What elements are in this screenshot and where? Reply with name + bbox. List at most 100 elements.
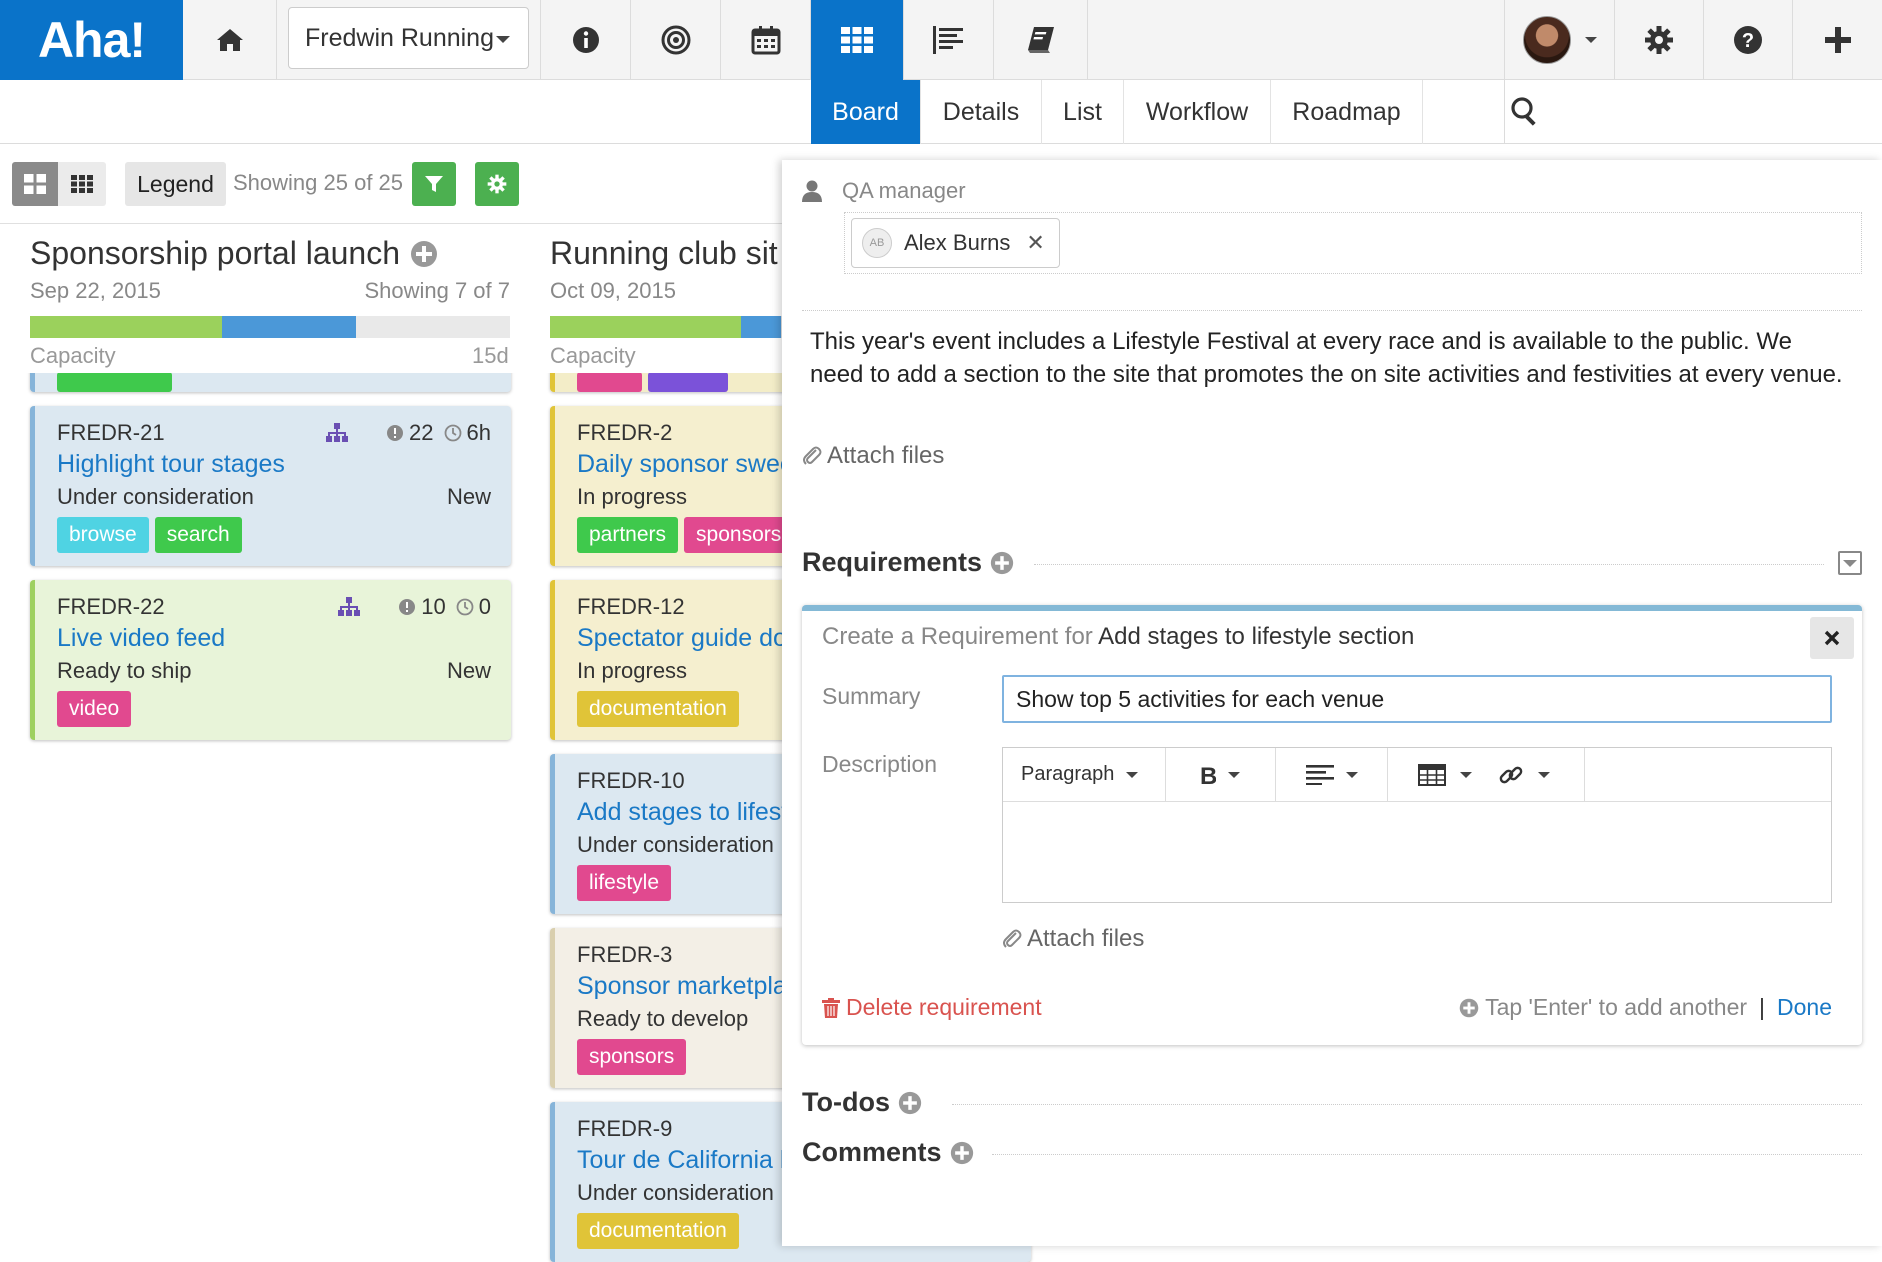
- settings-button[interactable]: [1615, 0, 1704, 80]
- tag[interactable]: documentation: [577, 1213, 739, 1249]
- add-circle-icon[interactable]: [410, 240, 438, 268]
- link-icon[interactable]: [1498, 762, 1524, 788]
- bold-icon: B: [1200, 764, 1216, 786]
- user-menu[interactable]: [1505, 0, 1615, 80]
- releases-button[interactable]: [721, 0, 811, 80]
- goals-button[interactable]: [631, 0, 721, 80]
- compact-view-button[interactable]: [58, 162, 106, 206]
- filter-button[interactable]: [412, 162, 456, 206]
- description-label: Description: [822, 751, 938, 777]
- card-title[interactable]: Spectator guide do: [577, 624, 787, 653]
- legend-button[interactable]: Legend: [125, 162, 226, 206]
- release-title[interactable]: Sponsorship portal launch: [30, 235, 400, 272]
- tag[interactable]: lifestyle: [577, 865, 672, 901]
- roadmaps-button[interactable]: [904, 0, 994, 80]
- card-title[interactable]: Sponsor marketpla: [577, 972, 787, 1001]
- align-dropdown[interactable]: [1276, 747, 1388, 802]
- svg-text:B: B: [1200, 764, 1216, 786]
- card-title[interactable]: Add stages to lifest: [577, 798, 788, 827]
- remove-user-icon[interactable]: ✕: [1026, 230, 1044, 256]
- assigned-user-chip[interactable]: AB Alex Burns ✕: [851, 218, 1060, 268]
- gear-icon: [1645, 26, 1673, 54]
- paragraph-style-dropdown[interactable]: Paragraph: [1003, 747, 1166, 802]
- feature-description[interactable]: This year's event includes a Lifestyle F…: [810, 325, 1850, 391]
- card-tags: video: [57, 691, 132, 727]
- tab-workflow[interactable]: Workflow: [1124, 80, 1271, 144]
- top-navigation: Aha! Fredwin Running ?: [0, 0, 1882, 80]
- card-fredr-21[interactable]: FREDR-21 22 6h Highlight tour stages Und…: [30, 406, 511, 566]
- card-view-button[interactable]: [12, 162, 58, 206]
- done-link[interactable]: Done: [1777, 994, 1832, 1021]
- tab-board[interactable]: Board: [811, 80, 921, 144]
- capacity-label: Capacity: [550, 343, 636, 368]
- add-circle-icon[interactable]: [950, 1141, 974, 1165]
- todos-title: To-dos: [802, 1087, 890, 1117]
- aha-logo[interactable]: Aha!: [0, 0, 183, 80]
- qa-manager-field[interactable]: AB Alex Burns ✕: [844, 212, 1862, 274]
- tag[interactable]: sponsors: [684, 517, 794, 553]
- tab-spacer: [1423, 80, 1505, 144]
- card-title[interactable]: Live video feed: [57, 624, 225, 653]
- comments-section-header: Comments: [802, 1137, 974, 1168]
- help-button[interactable]: ?: [1704, 0, 1793, 80]
- add-circle-icon: [1459, 998, 1479, 1017]
- card-fredr-22[interactable]: FREDR-22 10 0 Live video feed Ready to s…: [30, 580, 511, 740]
- create-button[interactable]: [1793, 0, 1882, 80]
- close-form-button[interactable]: [1810, 617, 1854, 659]
- tag[interactable]: partners: [577, 517, 679, 553]
- features-button[interactable]: [811, 0, 904, 80]
- card-status: Ready to ship: [57, 658, 192, 683]
- board-settings-button[interactable]: [475, 162, 519, 206]
- small-grid-icon: [71, 175, 93, 193]
- paperclip-icon: [803, 446, 822, 465]
- add-circle-icon[interactable]: [898, 1091, 922, 1115]
- paperclip-icon: [1003, 929, 1022, 948]
- create-requirement-form: Create a Requirement for Add stages to l…: [802, 605, 1862, 1045]
- release-title[interactable]: Running club sit: [550, 235, 778, 272]
- tab-details[interactable]: Details: [921, 80, 1042, 144]
- card-title[interactable]: Tour de California h: [577, 1146, 794, 1175]
- requirement-attach-files-link[interactable]: Attach files: [1002, 925, 1144, 953]
- tag[interactable]: documentation: [577, 691, 739, 727]
- card-status: Under consideration: [577, 1180, 774, 1205]
- summary-input[interactable]: Show top 5 activities for each venue: [1002, 675, 1832, 723]
- card-score: 10: [421, 594, 446, 619]
- chevron-down-icon: [1228, 771, 1240, 778]
- chevron-down-icon: [1584, 37, 1597, 43]
- card-estimate: 0: [478, 594, 491, 619]
- home-button[interactable]: [183, 0, 277, 80]
- plus-icon: [1824, 27, 1851, 53]
- align-left-icon: [1306, 764, 1334, 785]
- card-id: FREDR-21: [57, 420, 165, 445]
- delete-requirement-link[interactable]: Delete requirement: [822, 994, 1042, 1021]
- action-separator: |: [1759, 994, 1766, 1020]
- card-title[interactable]: Daily sponsor swee: [577, 450, 794, 479]
- tag[interactable]: browse: [57, 517, 149, 553]
- add-circle-icon[interactable]: [990, 551, 1014, 575]
- tag[interactable]: video: [57, 691, 132, 727]
- summary-label: Summary: [822, 683, 921, 709]
- grid-icon: [841, 27, 873, 53]
- user-avatar: [1522, 16, 1571, 64]
- tab-list[interactable]: List: [1042, 80, 1124, 144]
- product-select[interactable]: Fredwin Running: [288, 7, 529, 69]
- calendar-icon: [751, 26, 780, 55]
- tag[interactable]: sponsors: [577, 1039, 687, 1075]
- requirement-form-header: Create a Requirement for Add stages to l…: [822, 623, 1415, 650]
- collapse-toggle[interactable]: [1838, 551, 1862, 575]
- info-button[interactable]: [541, 0, 631, 80]
- search-button[interactable]: [1510, 96, 1540, 126]
- card-id: FREDR-3: [577, 942, 673, 967]
- notebooks-button[interactable]: [994, 0, 1088, 80]
- table-icon[interactable]: [1418, 763, 1446, 786]
- card-meta: 22 6h: [326, 420, 491, 446]
- description-editor[interactable]: Paragraph B: [1002, 747, 1832, 903]
- bold-dropdown[interactable]: B: [1166, 747, 1276, 802]
- tab-roadmap[interactable]: Roadmap: [1271, 80, 1423, 144]
- card-tags: documentation: [577, 691, 739, 727]
- attach-files-link[interactable]: Attach files: [802, 442, 944, 470]
- home-icon: [216, 29, 243, 51]
- release-date: Sep 22, 2015: [30, 278, 161, 303]
- card-title[interactable]: Highlight tour stages: [57, 450, 285, 479]
- tag[interactable]: search: [154, 517, 242, 553]
